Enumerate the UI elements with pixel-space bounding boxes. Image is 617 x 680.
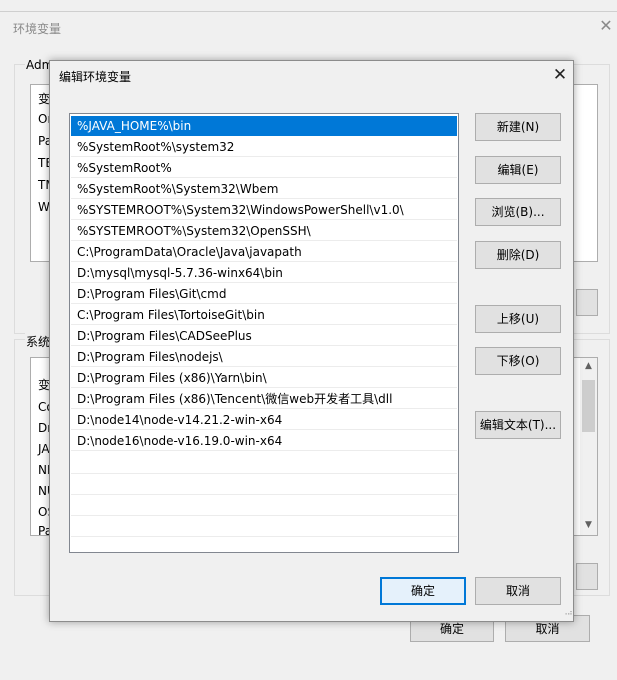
scrollbar[interactable]: ▲ ▼	[580, 358, 597, 535]
dialog-title: 编辑环境变量	[59, 70, 132, 84]
list-item[interactable]: %JAVA_HOME%\bin	[71, 116, 457, 136]
path-list[interactable]: %JAVA_HOME%\bin %SystemRoot%\system32 %S…	[69, 113, 459, 553]
chevron-up-icon[interactable]: ▲	[580, 361, 597, 371]
new-button[interactable]: 新建(N)	[475, 113, 561, 141]
list-item[interactable]: D:\Program Files\Git\cmd	[71, 284, 457, 304]
list-item[interactable]: %SystemRoot%	[71, 158, 457, 178]
delete-button[interactable]: 删除(D)	[475, 241, 561, 269]
list-item[interactable]: D:\node14\node-v14.21.2-win-x64	[71, 410, 457, 430]
chevron-down-icon[interactable]: ▼	[580, 520, 597, 530]
list-item[interactable]: C:\Program Files\TortoiseGit\bin	[71, 305, 457, 325]
empty-row[interactable]	[71, 494, 457, 516]
edit-text-button[interactable]: 编辑文本(T)...	[475, 411, 561, 439]
edit-button[interactable]: 编辑(E)	[475, 156, 561, 184]
list-item[interactable]: C:\ProgramData\Oracle\Java\javapath	[71, 242, 457, 262]
list-item[interactable]: %SystemRoot%\system32	[71, 137, 457, 157]
resize-grip-icon[interactable]: ⠠⠴	[562, 609, 573, 620]
edit-environment-variable-dialog: 编辑环境变量 ✕ %JAVA_HOME%\bin %SystemRoot%\sy…	[49, 60, 574, 622]
scrollbar-thumb[interactable]	[582, 380, 595, 432]
system-button-edge[interactable]	[576, 563, 598, 590]
empty-row[interactable]	[71, 515, 457, 537]
list-item[interactable]: D:\Program Files (x86)\Tencent\微信web开发者工…	[71, 389, 457, 409]
cancel-button[interactable]: 取消	[475, 577, 561, 605]
user-button-edge[interactable]	[576, 289, 598, 316]
list-item[interactable]: D:\Program Files (x86)\Yarn\bin\	[71, 368, 457, 388]
move-down-button[interactable]: 下移(O)	[475, 347, 561, 375]
list-item[interactable]: D:\mysql\mysql-5.7.36-winx64\bin	[71, 263, 457, 283]
close-icon[interactable]: ✕	[550, 65, 570, 85]
list-item[interactable]: JA	[38, 442, 50, 456]
list-item[interactable]: %SystemRoot%\System32\Wbem	[71, 179, 457, 199]
empty-row[interactable]	[71, 473, 457, 495]
list-item[interactable]: %SYSTEMROOT%\System32\WindowsPowerShell\…	[71, 200, 457, 220]
ok-button[interactable]: 确定	[380, 577, 466, 605]
list-item[interactable]: D:\node16\node-v16.19.0-win-x64	[71, 431, 457, 451]
empty-row[interactable]	[71, 452, 457, 474]
list-item[interactable]: D:\Program Files\nodejs\	[71, 347, 457, 367]
window-title: 环境变量	[13, 22, 62, 36]
move-up-button[interactable]: 上移(U)	[475, 305, 561, 333]
list-item[interactable]: %SYSTEMROOT%\System32\OpenSSH\	[71, 221, 457, 241]
close-icon[interactable]: ✕	[598, 18, 614, 34]
list-item[interactable]: D:\Program Files\CADSeePlus	[71, 326, 457, 346]
browse-button[interactable]: 浏览(B)...	[475, 198, 561, 226]
system-variables-label: 系统	[25, 333, 52, 350]
